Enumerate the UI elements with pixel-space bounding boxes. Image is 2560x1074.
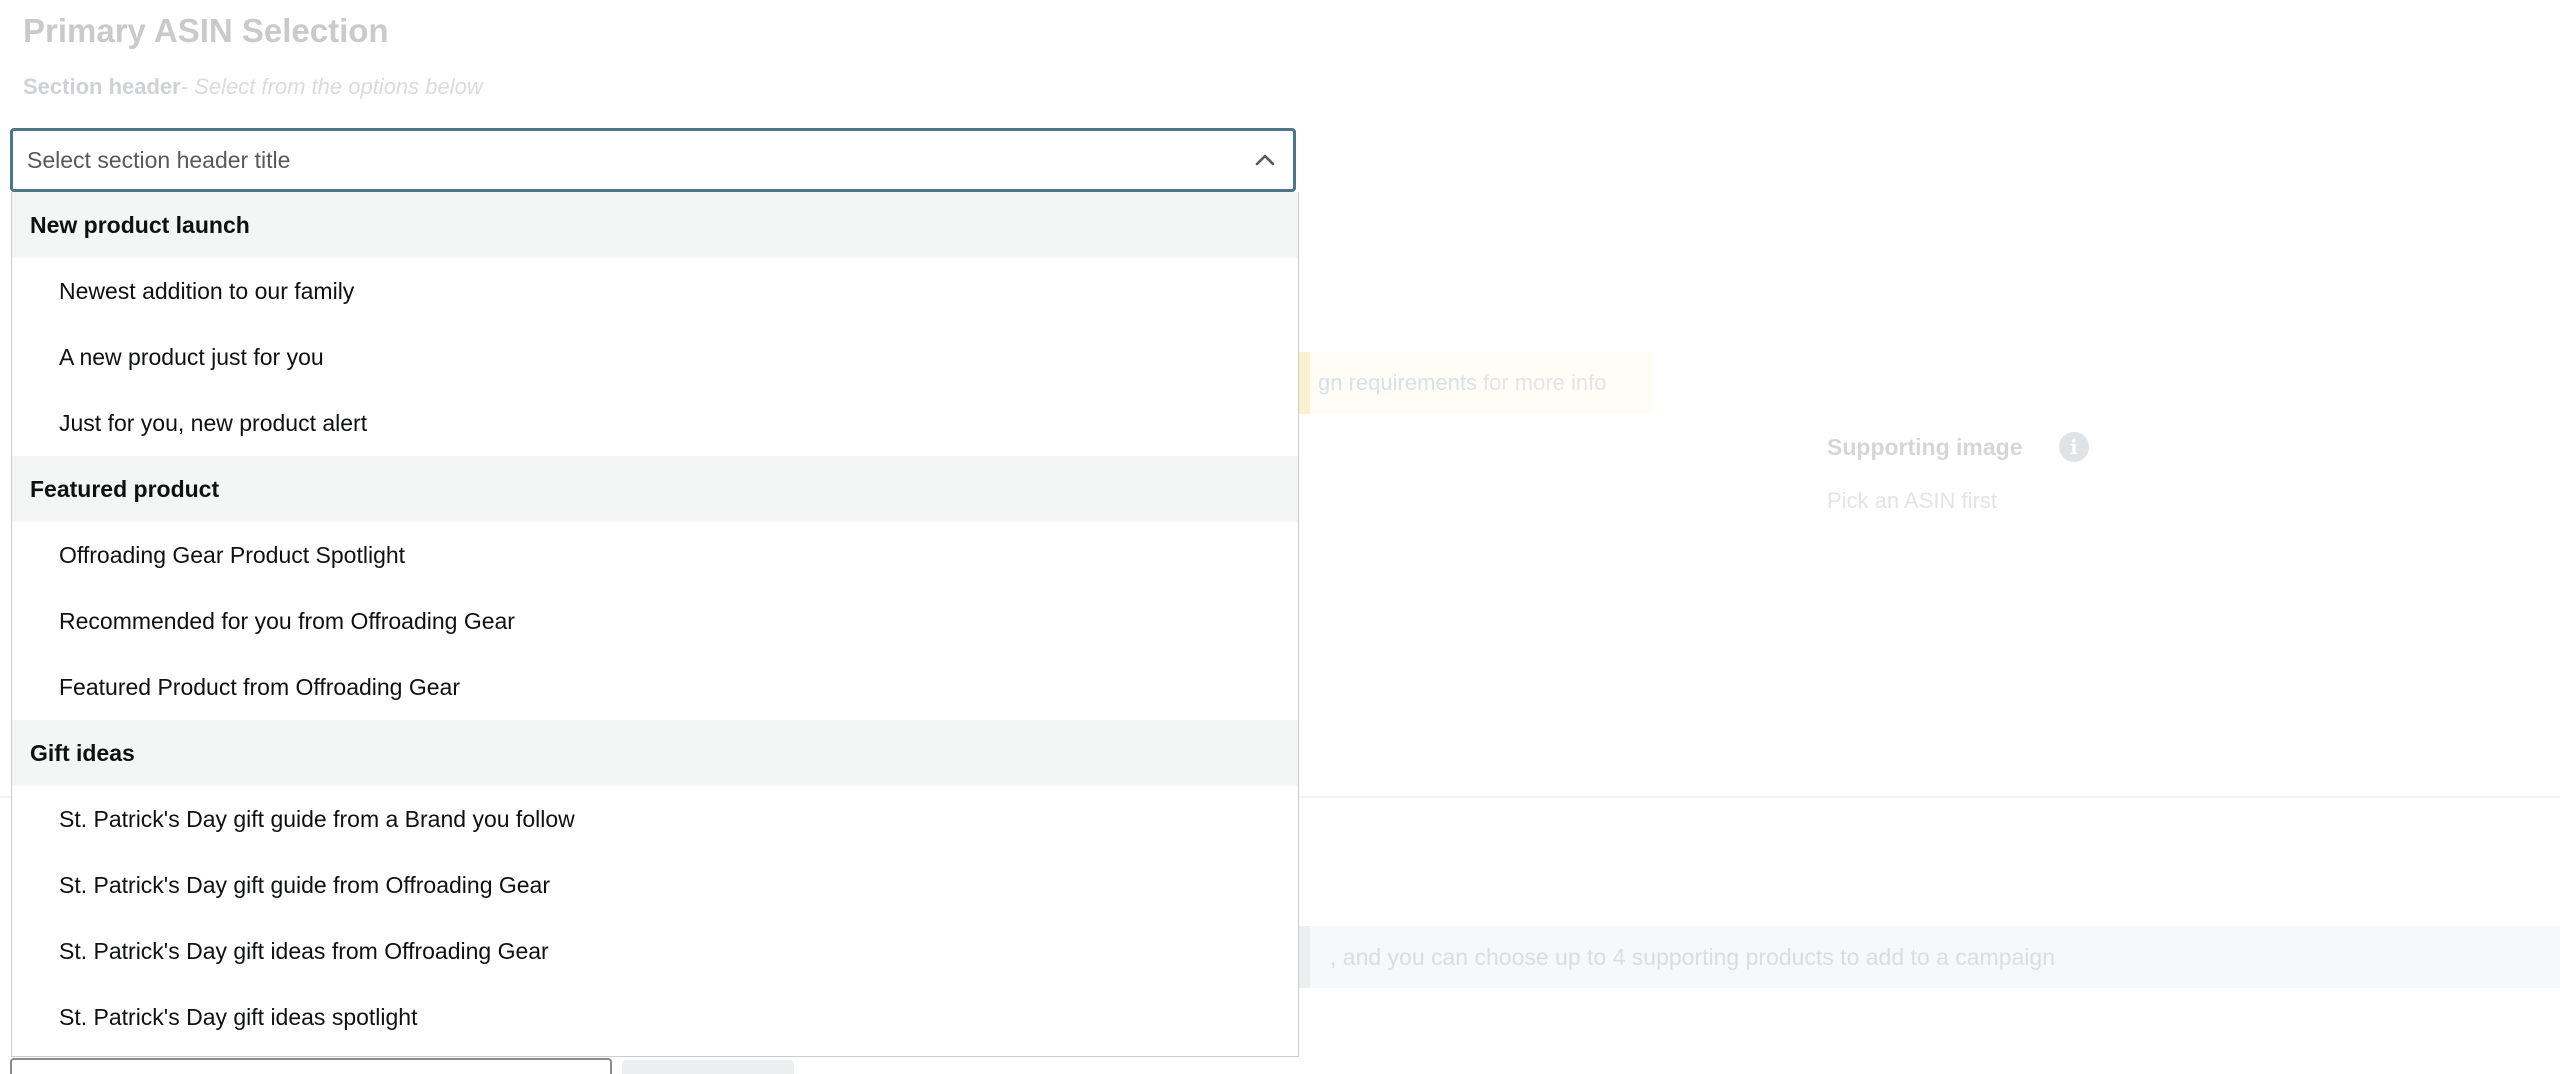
option-recommended-for-you[interactable]: Recommended for you from Offroading Gear xyxy=(12,588,1298,654)
campaign-requirements-link[interactable]: gn requirements xyxy=(1318,370,1477,396)
supporting-image-placeholder: Pick an ASIN first xyxy=(1827,487,1997,513)
option-newest-addition[interactable]: Newest addition to our family xyxy=(12,258,1298,324)
supporting-products-text: , and you can choose up to 4 supporting … xyxy=(1330,943,2055,970)
group-header-gift-ideas: Gift ideas xyxy=(12,720,1298,786)
campaign-requirements-banner: gn requirements for more info xyxy=(1296,352,1652,414)
supporting-image-title: Supporting image xyxy=(1827,434,2023,460)
option-new-product-alert[interactable]: Just for you, new product alert xyxy=(12,390,1298,456)
option-gift-guide-offroading[interactable]: St. Patrick's Day gift guide from Offroa… xyxy=(12,852,1298,918)
group-header-new-product-launch: New product launch xyxy=(12,192,1298,258)
chevron-up-icon[interactable] xyxy=(1241,136,1289,184)
group-header-featured-product: Featured product xyxy=(12,456,1298,522)
option-product-spotlight[interactable]: Offroading Gear Product Spotlight xyxy=(12,522,1298,588)
option-gift-ideas-spotlight[interactable]: St. Patrick's Day gift ideas spotlight xyxy=(12,984,1298,1050)
option-new-product-for-you[interactable]: A new product just for you xyxy=(12,324,1298,390)
option-gift-ideas-offroading[interactable]: St. Patrick's Day gift ideas from Offroa… xyxy=(12,918,1298,984)
option-featured-product[interactable]: Featured Product from Offroading Gear xyxy=(12,654,1298,720)
section-header-label: Section header xyxy=(23,74,181,99)
info-icon[interactable]: i xyxy=(2058,431,2089,462)
section-header-hint: - Select from the options below xyxy=(180,74,483,99)
supporting-products-info: , and you can choose up to 4 supporting … xyxy=(1296,926,2560,988)
banner-text: for more info xyxy=(1482,370,1607,395)
page: Primary ASIN Selection Section header- S… xyxy=(0,0,2560,1074)
asin-search-input[interactable] xyxy=(10,1058,612,1074)
supporting-image-section: Supporting image i Pick an ASIN first xyxy=(1827,431,2089,514)
section-header-dropdown: New product launch Newest addition to ou… xyxy=(11,192,1299,1057)
section-header-row: Section header- Select from the options … xyxy=(23,74,483,100)
page-title: Primary ASIN Selection xyxy=(23,12,389,49)
asin-search-button[interactable] xyxy=(622,1060,794,1074)
select-placeholder: Select section header title xyxy=(27,146,291,173)
section-header-select[interactable]: Select section header title xyxy=(10,128,1296,192)
option-gift-guide-brand[interactable]: St. Patrick's Day gift guide from a Bran… xyxy=(12,786,1298,852)
